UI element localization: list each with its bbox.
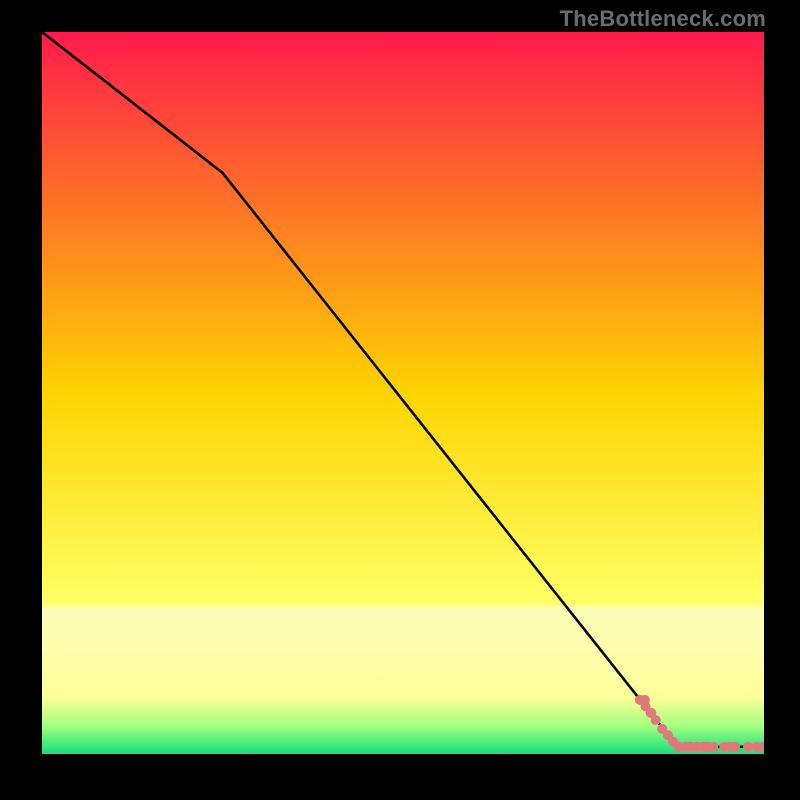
plot-area bbox=[42, 32, 764, 754]
gradient-background bbox=[42, 32, 764, 754]
watermark-text: TheBottleneck.com bbox=[560, 6, 766, 32]
dot bbox=[708, 742, 718, 752]
chart-stage: TheBottleneck.com bbox=[0, 0, 800, 800]
dot bbox=[651, 715, 661, 725]
dot bbox=[730, 742, 740, 752]
dot bbox=[743, 742, 753, 752]
